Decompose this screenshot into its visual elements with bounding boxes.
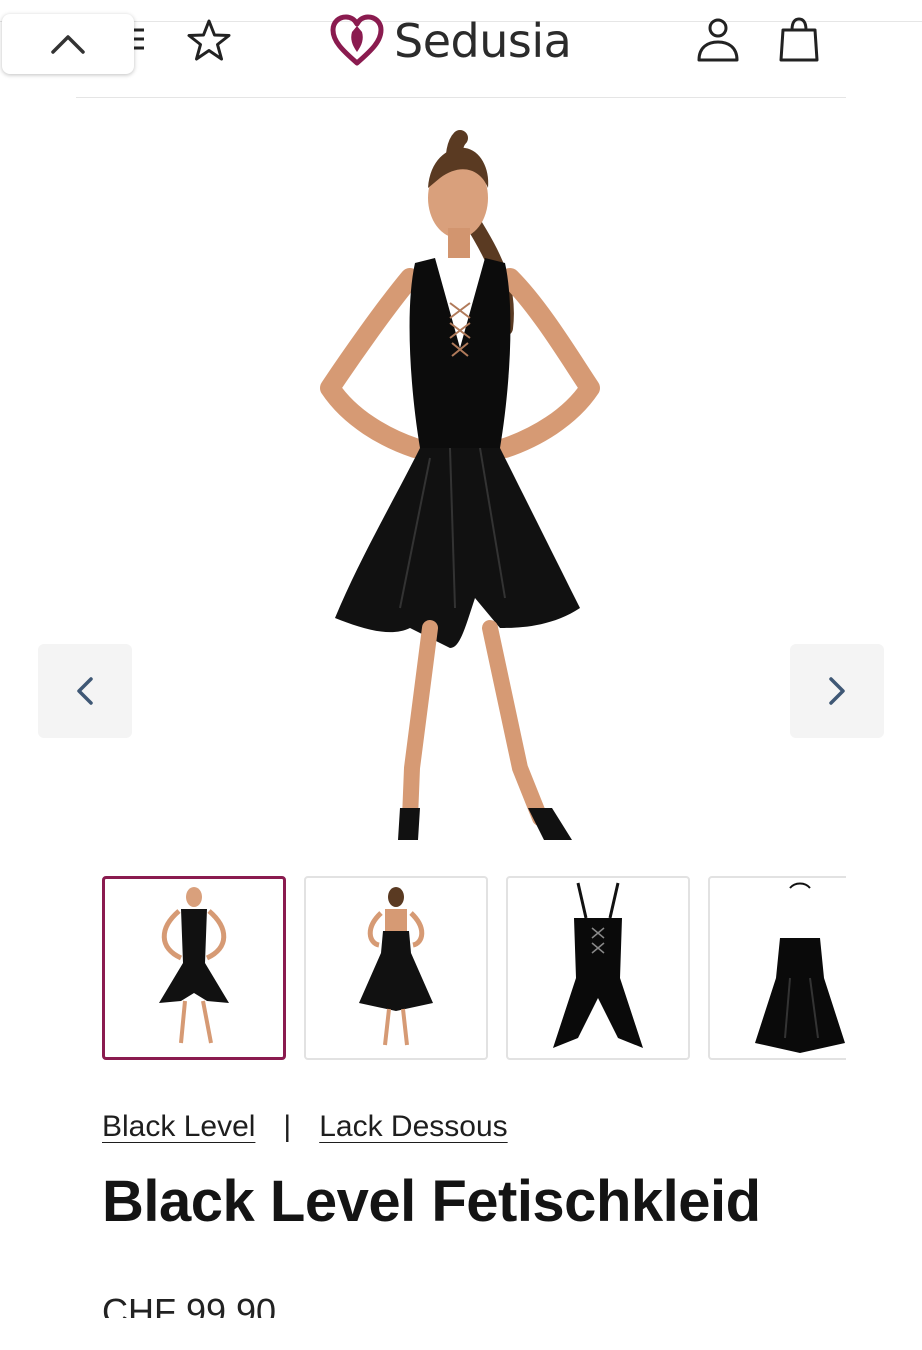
brand-link[interactable]: Black Level [102,1110,255,1144]
collapse-button[interactable] [2,14,134,74]
product-gallery [0,100,922,860]
thumbnail-image [755,882,845,1053]
chevron-right-icon [829,677,845,705]
bag-icon[interactable] [778,16,820,64]
chevron-up-icon [51,35,85,54]
thumbnail-dress-back-flat[interactable] [708,876,846,1060]
thumbnail-strip [102,876,846,1062]
thumbnail-front-view[interactable] [102,876,286,1060]
thumbnail-image [553,882,643,1048]
logo-heart-icon [330,14,384,66]
breadcrumb-separator: | [283,1110,292,1143]
logo-text: Sedusia [394,14,572,68]
thumbnail-dress-front-flat[interactable] [506,876,690,1060]
chevron-left-icon [77,677,93,705]
thumbnail-image [159,887,229,1044]
thumbnail-back-view[interactable] [304,876,488,1060]
star-icon[interactable] [185,18,233,64]
gallery-prev-button[interactable] [38,644,132,738]
product-main-image[interactable] [300,128,620,848]
category-link[interactable]: Lack Dessous [319,1110,507,1144]
product-price: CHF 99.90 [102,1291,277,1318]
thumbnail-image [359,887,433,1046]
user-icon[interactable] [694,16,742,64]
price-container: CHF 99.90 [102,1290,602,1318]
product-title: Black Level Fetischkleid [102,1169,761,1234]
brand-breadcrumb: Black Level | Lack Dessous [102,1110,508,1144]
site-logo[interactable]: Sedusia [328,12,572,70]
gallery-next-button[interactable] [790,644,884,738]
site-header: Sedusia [76,0,846,98]
